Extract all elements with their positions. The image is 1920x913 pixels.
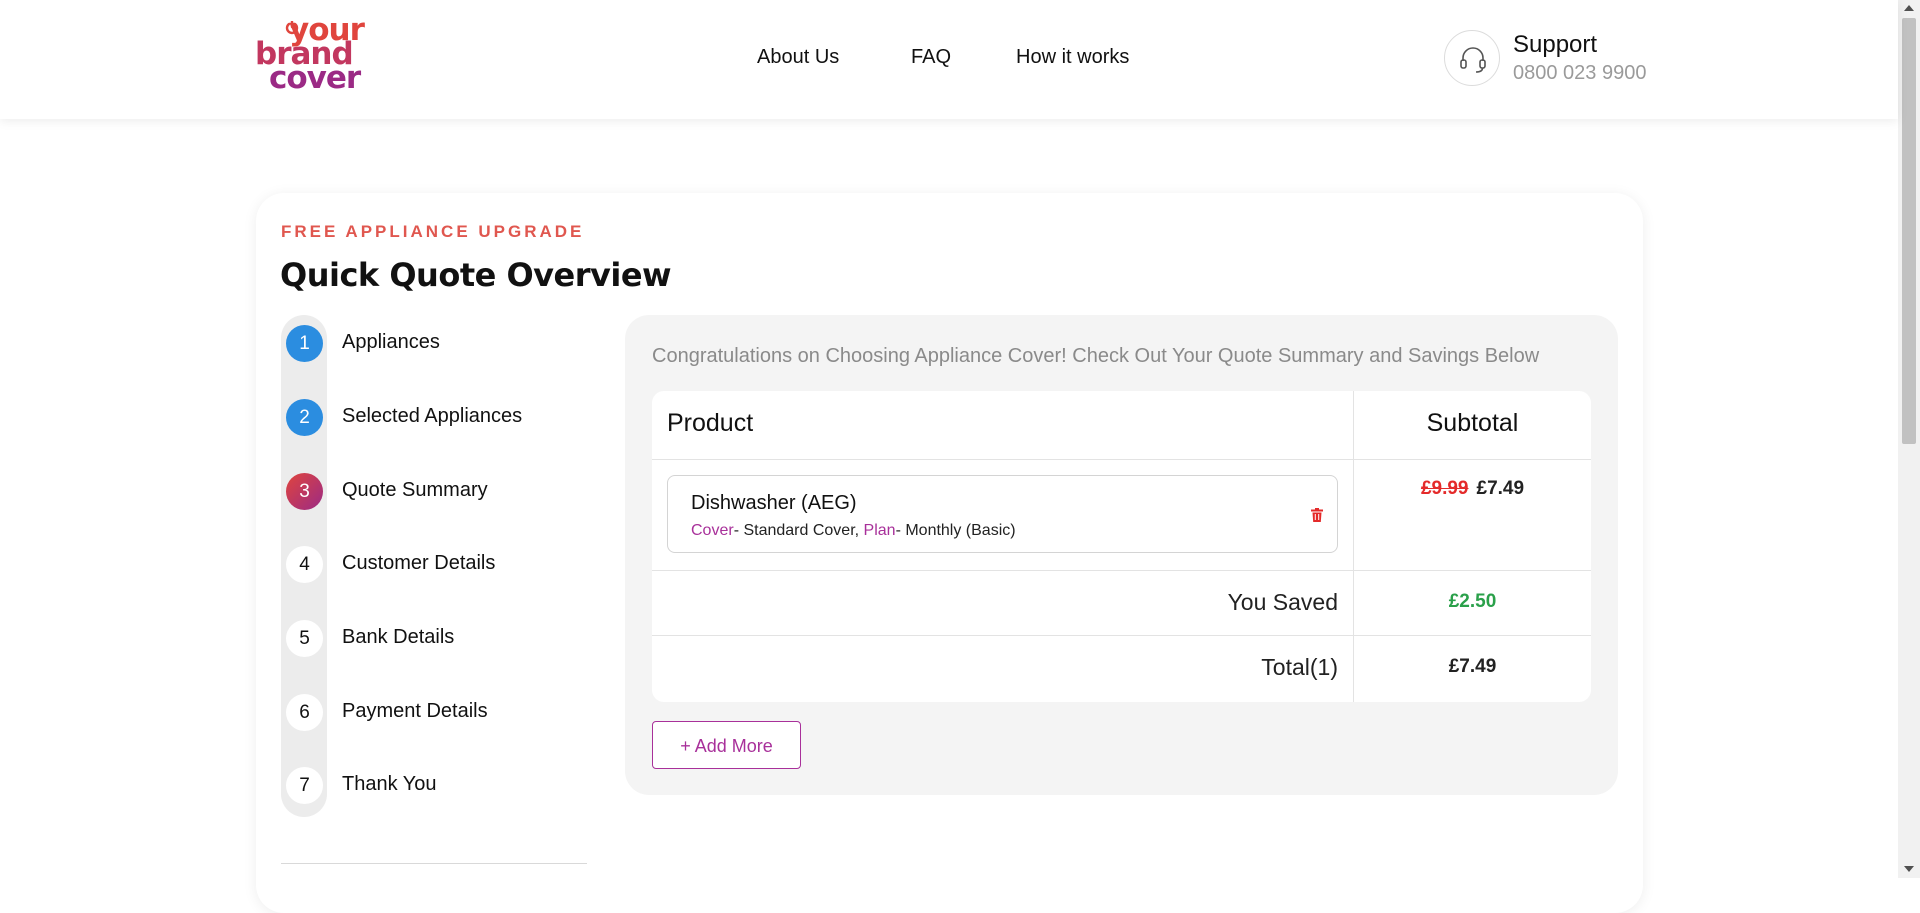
step-number: 4 <box>286 546 323 583</box>
step-payment-details[interactable]: 6 Payment Details <box>281 690 581 736</box>
step-number: 2 <box>286 399 323 436</box>
support-button[interactable] <box>1444 30 1500 86</box>
nav-about-us[interactable]: About Us <box>757 46 839 69</box>
step-quote-summary[interactable]: 3 Quote Summary <box>281 469 581 515</box>
header-product: Product <box>667 409 754 437</box>
step-number: 7 <box>286 767 323 804</box>
scroll-down-arrow-icon[interactable] <box>1904 866 1914 872</box>
site-header: your brand cover About Us FAQ How it wor… <box>0 0 1898 119</box>
step-label: Selected Appliances <box>342 405 523 427</box>
support-title: Support <box>1513 31 1598 58</box>
headset-icon <box>1460 47 1486 73</box>
step-number: 1 <box>286 325 323 362</box>
item-price: £9.99 £7.49 <box>1354 478 1591 500</box>
quote-table: Product Subtotal Dishwasher (AEG) Cover-… <box>652 391 1591 702</box>
step-number: 5 <box>286 620 323 657</box>
scroll-up-arrow-icon[interactable] <box>1904 5 1914 11</box>
cover-label: Cover <box>691 522 734 539</box>
step-label: Thank You <box>342 773 437 795</box>
plan-value: - Monthly (Basic) <box>895 522 1016 539</box>
page-title: Quick Quote Overview <box>280 256 672 294</box>
page-scrollbar[interactable] <box>1898 0 1920 878</box>
step-appliances[interactable]: 1 Appliances <box>281 321 581 367</box>
add-more-button[interactable]: + Add More <box>652 721 801 769</box>
step-customer-details[interactable]: 4 Customer Details <box>281 542 581 588</box>
step-label: Customer Details <box>342 552 496 574</box>
step-label: Payment Details <box>342 700 488 722</box>
plan-label: Plan <box>863 522 896 539</box>
step-thank-you[interactable]: 7 Thank You <box>281 763 581 809</box>
row-divider <box>652 635 1591 636</box>
nav-faq[interactable]: FAQ <box>911 46 951 69</box>
page-eyebrow: FREE APPLIANCE UPGRADE <box>281 222 585 241</box>
discounted-price: £7.49 <box>1476 478 1525 499</box>
step-number: 6 <box>286 694 323 731</box>
total-label: Total(1) <box>1261 654 1338 680</box>
original-price: £9.99 <box>1420 478 1469 499</box>
step-label: Bank Details <box>342 626 455 648</box>
item-name: Dishwasher (AEG) <box>691 492 857 514</box>
line-item: Dishwasher (AEG) Cover- Standard Cover, … <box>667 475 1338 553</box>
scroll-thumb[interactable] <box>1902 18 1916 444</box>
header-subtotal: Subtotal <box>1426 409 1519 437</box>
trash-icon[interactable] <box>1311 508 1323 522</box>
steps-divider <box>281 863 587 864</box>
step-selected-appliances[interactable]: 2 Selected Appliances <box>281 395 581 441</box>
row-divider <box>652 459 1591 460</box>
step-label: Quote Summary <box>342 479 488 501</box>
power-icon <box>285 21 299 35</box>
item-details: Cover- Standard Cover, Plan- Monthly (Ba… <box>691 522 1016 540</box>
row-divider <box>652 570 1591 571</box>
total-value: £7.49 <box>1448 656 1497 677</box>
support-phone[interactable]: 0800 023 9900 <box>1513 62 1646 85</box>
nav-how-it-works[interactable]: How it works <box>1016 46 1129 69</box>
cover-value: - Standard Cover, <box>733 522 864 539</box>
summary-intro: Congratulations on Choosing Appliance Co… <box>652 345 1540 367</box>
saved-value: £2.50 <box>1448 591 1497 612</box>
saved-label: You Saved <box>1227 589 1338 615</box>
step-number: 3 <box>286 473 323 510</box>
step-label: Appliances <box>342 331 440 353</box>
step-bank-details[interactable]: 5 Bank Details <box>281 616 581 662</box>
